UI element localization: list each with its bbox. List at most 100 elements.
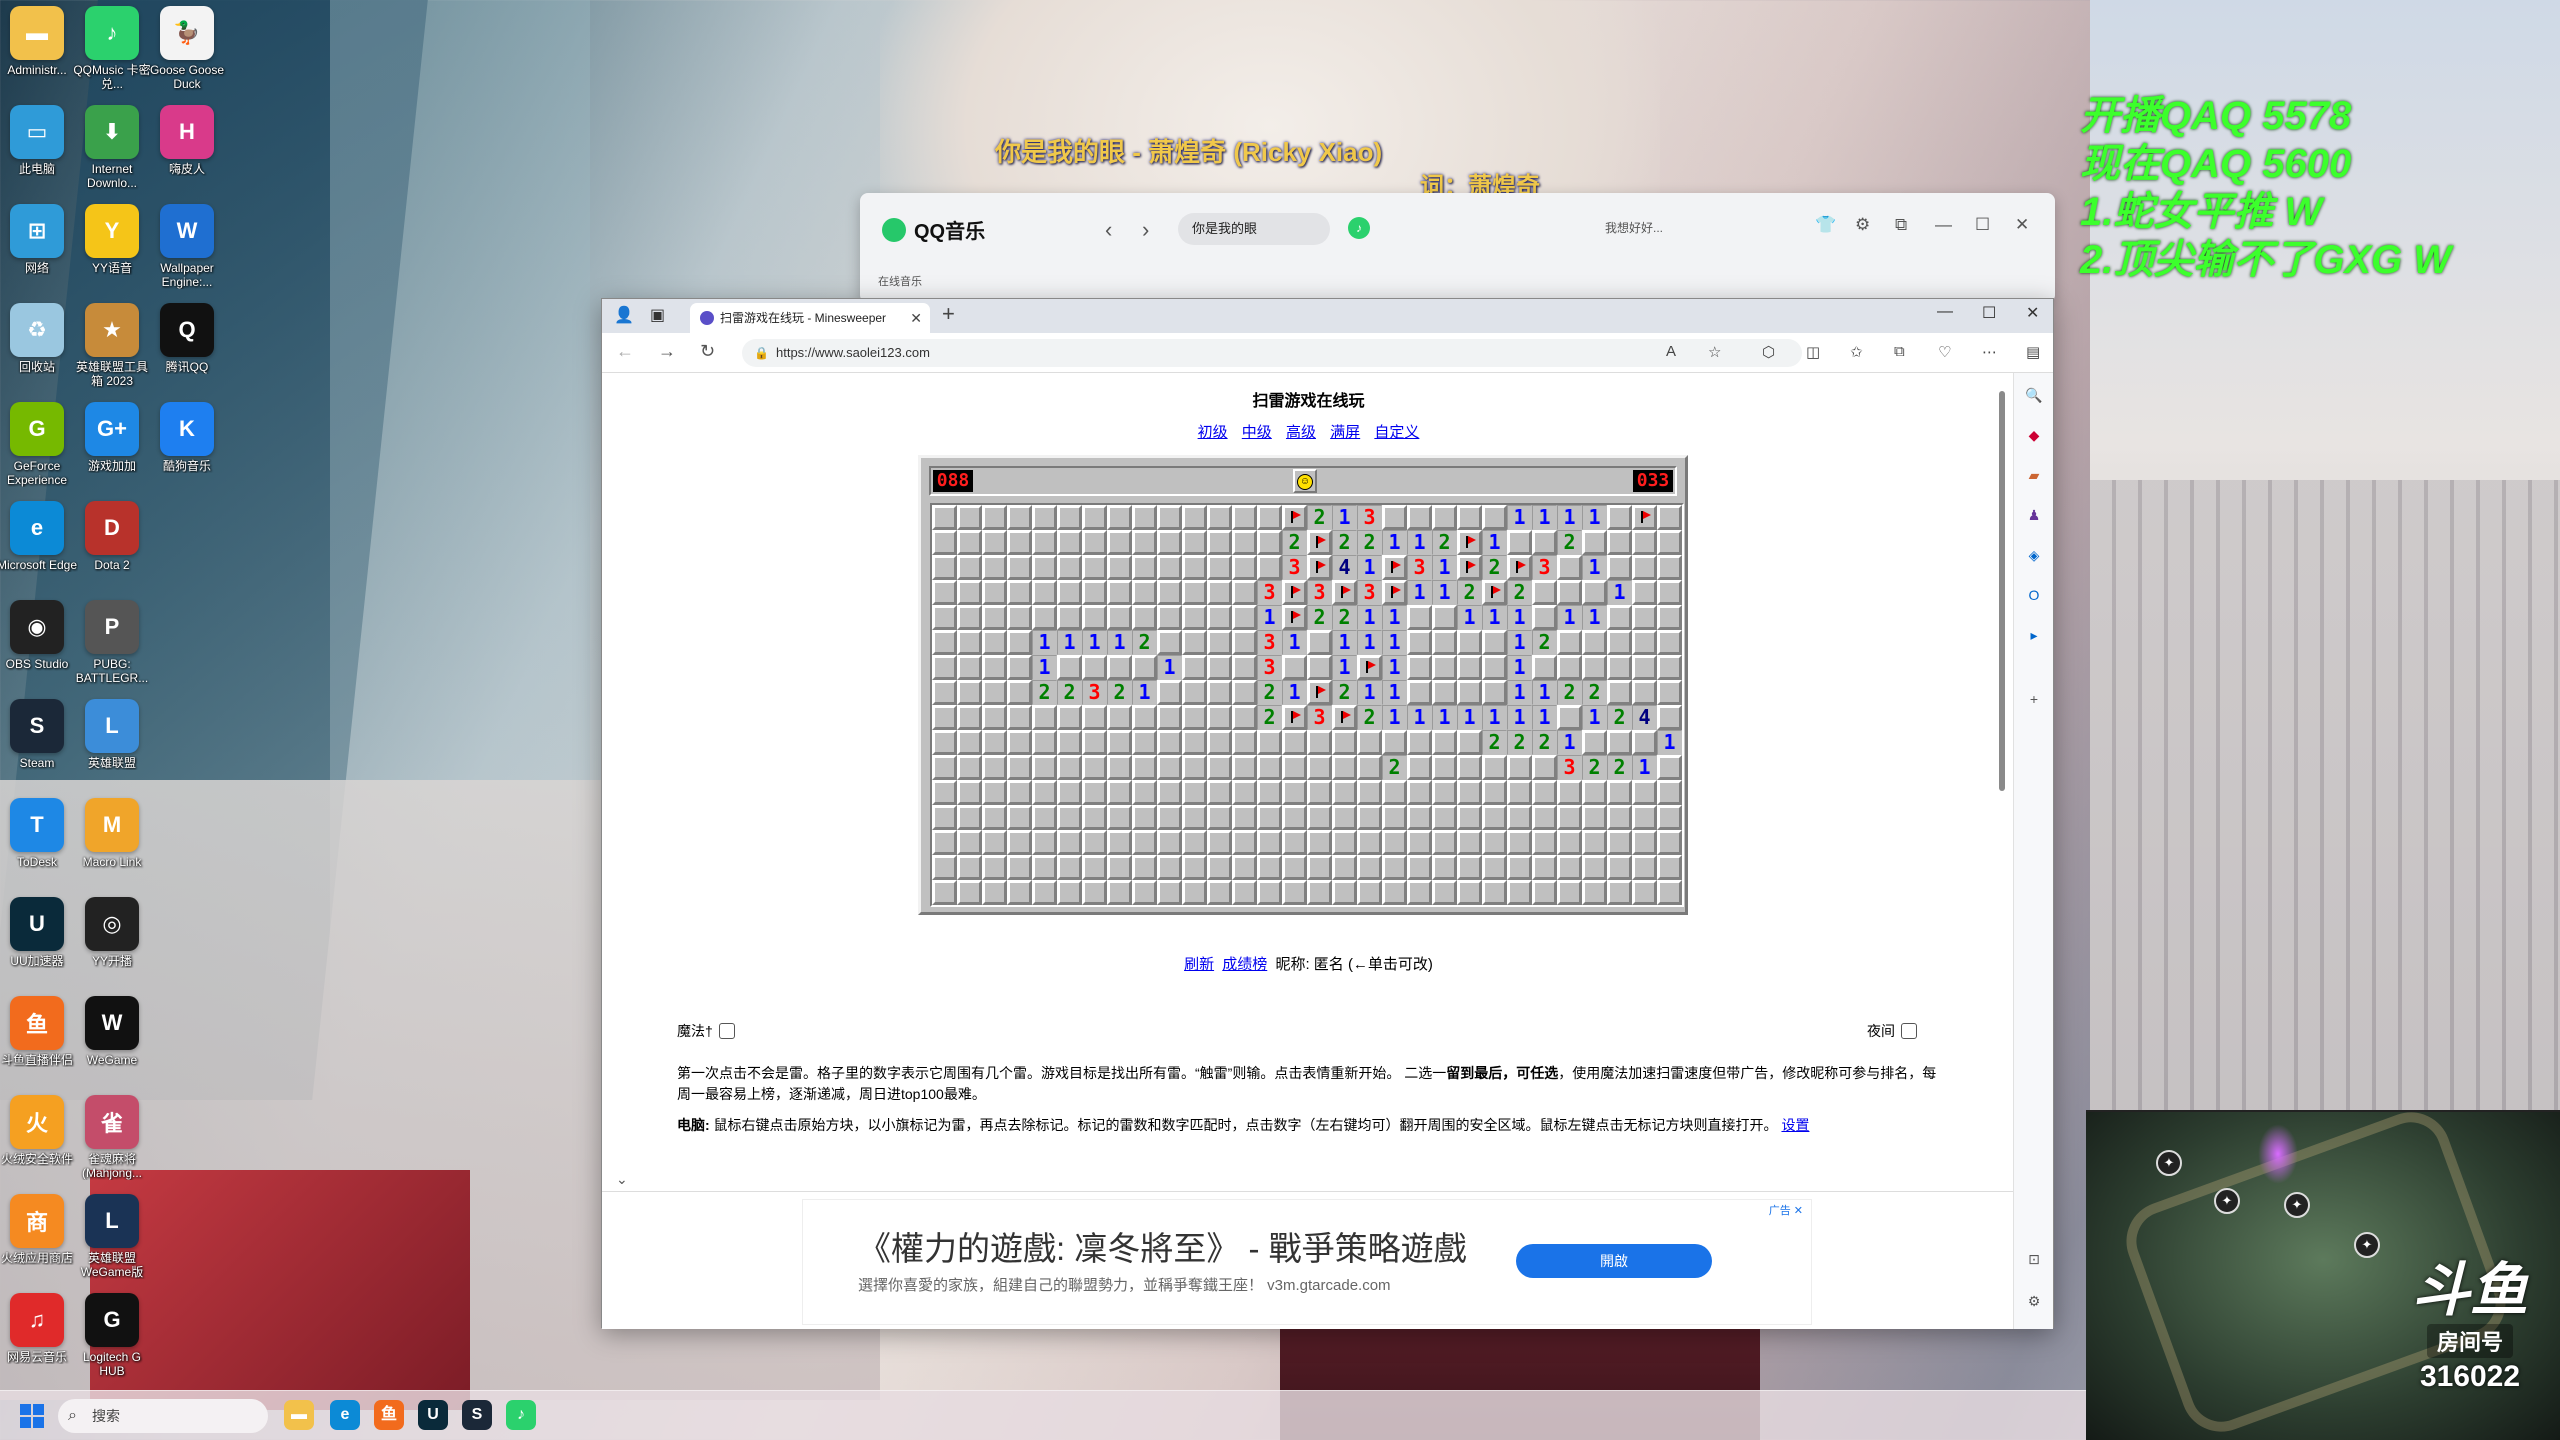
covered-cell[interactable] bbox=[1532, 855, 1557, 880]
covered-cell[interactable] bbox=[1232, 655, 1257, 680]
games-icon[interactable]: ♟ bbox=[2024, 505, 2044, 525]
covered-cell[interactable] bbox=[1582, 530, 1607, 555]
covered-cell[interactable] bbox=[1382, 780, 1407, 805]
covered-cell[interactable] bbox=[1432, 680, 1457, 705]
covered-cell[interactable] bbox=[1657, 880, 1682, 905]
covered-cell[interactable] bbox=[1232, 805, 1257, 830]
number-cell[interactable]: 1 bbox=[1082, 630, 1107, 655]
number-cell[interactable]: 1 bbox=[1507, 680, 1532, 705]
covered-cell[interactable] bbox=[1332, 780, 1357, 805]
covered-cell[interactable] bbox=[957, 730, 982, 755]
covered-cell[interactable] bbox=[1282, 655, 1307, 680]
covered-cell[interactable] bbox=[1032, 580, 1057, 605]
covered-cell[interactable] bbox=[1632, 630, 1657, 655]
covered-cell[interactable] bbox=[1157, 855, 1182, 880]
covered-cell[interactable] bbox=[1507, 805, 1532, 830]
flagged-cell[interactable] bbox=[1282, 580, 1307, 605]
covered-cell[interactable] bbox=[1132, 505, 1157, 530]
covered-cell[interactable] bbox=[1182, 555, 1207, 580]
covered-cell[interactable] bbox=[1532, 805, 1557, 830]
covered-cell[interactable] bbox=[1132, 705, 1157, 730]
number-cell[interactable]: 1 bbox=[1357, 555, 1382, 580]
covered-cell[interactable] bbox=[982, 780, 1007, 805]
covered-cell[interactable] bbox=[1057, 855, 1082, 880]
covered-cell[interactable] bbox=[1107, 530, 1132, 555]
covered-cell[interactable] bbox=[1557, 780, 1582, 805]
covered-cell[interactable] bbox=[1382, 855, 1407, 880]
number-cell[interactable]: 1 bbox=[1382, 530, 1407, 555]
covered-cell[interactable] bbox=[1107, 780, 1132, 805]
covered-cell[interactable] bbox=[932, 780, 957, 805]
qqmusic-user-name[interactable]: 我想好好... bbox=[1605, 219, 1663, 236]
number-cell[interactable]: 1 bbox=[1507, 655, 1532, 680]
number-cell[interactable]: 1 bbox=[1282, 630, 1307, 655]
covered-cell[interactable] bbox=[932, 505, 957, 530]
covered-cell[interactable] bbox=[1532, 580, 1557, 605]
covered-cell[interactable] bbox=[1232, 605, 1257, 630]
covered-cell[interactable] bbox=[1132, 580, 1157, 605]
close-icon[interactable]: ✕ bbox=[2026, 303, 2039, 323]
covered-cell[interactable] bbox=[1157, 805, 1182, 830]
night-checkbox[interactable] bbox=[1901, 1023, 1917, 1039]
flagged-cell[interactable] bbox=[1332, 580, 1357, 605]
number-cell[interactable]: 2 bbox=[1557, 680, 1582, 705]
drop-icon[interactable]: ▸ bbox=[2024, 625, 2044, 645]
covered-cell[interactable] bbox=[1082, 855, 1107, 880]
covered-cell[interactable] bbox=[982, 630, 1007, 655]
covered-cell[interactable] bbox=[1207, 780, 1232, 805]
browser-essentials-icon[interactable]: ♡ bbox=[1938, 343, 1951, 361]
covered-cell[interactable] bbox=[1232, 730, 1257, 755]
covered-cell[interactable] bbox=[1482, 755, 1507, 780]
number-cell[interactable]: 1 bbox=[1582, 605, 1607, 630]
number-cell[interactable]: 1 bbox=[1407, 530, 1432, 555]
number-cell[interactable]: 2 bbox=[1457, 580, 1482, 605]
covered-cell[interactable] bbox=[1132, 830, 1157, 855]
qqmusic-search-input[interactable]: 你是我的眼 bbox=[1178, 213, 1330, 245]
covered-cell[interactable] bbox=[1032, 880, 1057, 905]
covered-cell[interactable] bbox=[1357, 855, 1382, 880]
refresh-link[interactable]: 刷新 bbox=[1184, 956, 1214, 973]
covered-cell[interactable] bbox=[1407, 855, 1432, 880]
covered-cell[interactable] bbox=[1432, 855, 1457, 880]
covered-cell[interactable] bbox=[957, 655, 982, 680]
covered-cell[interactable] bbox=[1182, 530, 1207, 555]
number-cell[interactable]: 3 bbox=[1257, 580, 1282, 605]
covered-cell[interactable] bbox=[1357, 830, 1382, 855]
covered-cell[interactable] bbox=[1157, 680, 1182, 705]
covered-cell[interactable] bbox=[932, 655, 957, 680]
covered-cell[interactable] bbox=[1507, 830, 1532, 855]
covered-cell[interactable] bbox=[1107, 555, 1132, 580]
number-cell[interactable]: 1 bbox=[1382, 605, 1407, 630]
desktop-icon[interactable]: ★ 英雄联盟工具箱 2023 bbox=[71, 303, 153, 388]
number-cell[interactable]: 1 bbox=[1582, 505, 1607, 530]
covered-cell[interactable] bbox=[1407, 830, 1432, 855]
number-cell[interactable]: 3 bbox=[1282, 555, 1307, 580]
number-cell[interactable]: 1 bbox=[1382, 655, 1407, 680]
covered-cell[interactable] bbox=[1632, 880, 1657, 905]
sidebar-settings-icon[interactable]: ⚙ bbox=[2024, 1291, 2044, 1311]
desktop-icon[interactable]: L 英雄联盟 WeGame版 bbox=[71, 1194, 153, 1279]
covered-cell[interactable] bbox=[1057, 705, 1082, 730]
covered-cell[interactable] bbox=[1582, 730, 1607, 755]
number-cell[interactable]: 1 bbox=[1457, 705, 1482, 730]
settings-icon[interactable]: ⚙ bbox=[1855, 215, 1870, 235]
number-cell[interactable]: 2 bbox=[1507, 730, 1532, 755]
covered-cell[interactable] bbox=[1407, 880, 1432, 905]
screenshot-icon[interactable]: ⊡ bbox=[2024, 1249, 2044, 1269]
number-cell[interactable]: 2 bbox=[1057, 680, 1082, 705]
covered-cell[interactable] bbox=[1032, 830, 1057, 855]
desktop-icon[interactable]: G Logitech G HUB bbox=[71, 1293, 153, 1378]
covered-cell[interactable] bbox=[1582, 830, 1607, 855]
covered-cell[interactable] bbox=[1257, 880, 1282, 905]
number-cell[interactable]: 2 bbox=[1582, 680, 1607, 705]
covered-cell[interactable] bbox=[1457, 805, 1482, 830]
covered-cell[interactable] bbox=[1607, 555, 1632, 580]
number-cell[interactable]: 2 bbox=[1132, 630, 1157, 655]
covered-cell[interactable] bbox=[1632, 780, 1657, 805]
desktop-icon[interactable]: Q 腾讯QQ bbox=[146, 303, 228, 374]
covered-cell[interactable] bbox=[1082, 880, 1107, 905]
covered-cell[interactable] bbox=[1657, 680, 1682, 705]
covered-cell[interactable] bbox=[1207, 505, 1232, 530]
minimize-icon[interactable]: — bbox=[1935, 215, 1952, 235]
covered-cell[interactable] bbox=[1407, 780, 1432, 805]
